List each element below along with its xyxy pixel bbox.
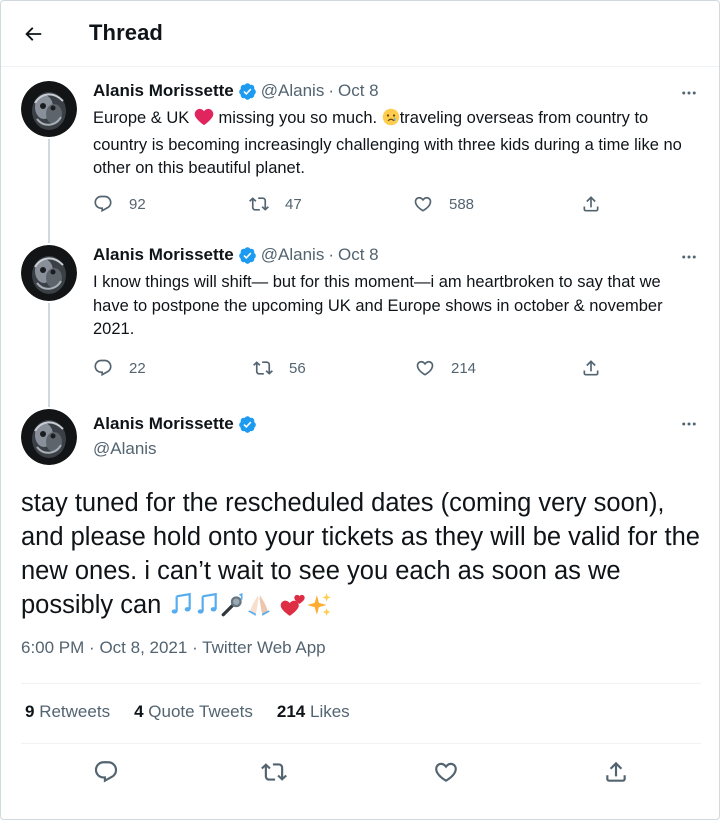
separator-dot: · (328, 81, 334, 100)
tweet-author-row: Alanis Morissette @Alanis · Oct 8 (93, 81, 379, 101)
verified-badge-icon (238, 415, 257, 434)
musical-notes-icon (194, 592, 220, 627)
avatar[interactable] (21, 409, 77, 465)
tweet-actions: 92 47 588 (93, 194, 613, 218)
retweets-count: 9 (25, 702, 35, 721)
retweet-count: 56 (289, 359, 306, 377)
crying-face-icon (382, 108, 400, 134)
share-button[interactable] (581, 358, 617, 378)
reply-count: 22 (129, 359, 146, 377)
reply-icon (94, 761, 118, 783)
likes-count: 214 (276, 702, 306, 721)
page-title: Thread (89, 20, 163, 45)
tweet-stats: 9 Retweets 4 Quote Tweets 214 Likes (25, 702, 374, 722)
share-icon (583, 196, 599, 212)
author-name[interactable]: Alanis Morissette (93, 414, 234, 434)
quote-tweets-stat[interactable]: 4 Quote Tweets (134, 702, 253, 722)
separator-dot: · (328, 245, 334, 264)
reply-button[interactable]: 92 (93, 194, 146, 214)
retweets-stat[interactable]: 9 Retweets (25, 702, 110, 722)
two-hearts-icon (280, 592, 306, 627)
tweet-thread-page: Thread Alanis Morissette @Alanis · Oct 8… (0, 0, 720, 820)
tweet-actions: 22 56 214 (93, 358, 613, 382)
more-horizontal-icon (682, 91, 696, 95)
main-tweet-text: stay tuned for the rescheduled dates (co… (21, 486, 701, 627)
tweet-full-date[interactable]: Oct 8, 2021 (99, 638, 187, 657)
main-tweet-text-body: stay tuned for the rescheduled dates (co… (21, 489, 700, 619)
tweet-source[interactable]: Twitter Web App (202, 638, 325, 657)
separator-dot: · (192, 638, 198, 657)
more-horizontal-icon (682, 422, 696, 426)
thread-connector-line (48, 139, 50, 243)
retweet-button[interactable] (261, 759, 287, 790)
thread-header: Thread (1, 1, 719, 67)
main-author-name-row: Alanis Morissette (93, 414, 261, 434)
retweets-label: Retweets (39, 702, 111, 721)
thread-connector-line (48, 303, 50, 407)
like-button[interactable] (433, 759, 459, 790)
tweet-text-part: missing you so much. (213, 109, 382, 127)
verified-badge-icon (238, 82, 257, 101)
heart-icon (414, 196, 432, 212)
like-count: 588 (449, 195, 475, 213)
retweet-button[interactable]: 56 (253, 358, 306, 378)
reply-icon (94, 359, 112, 377)
tweet-time[interactable]: 6:00 PM (21, 638, 84, 657)
reply-count: 92 (129, 195, 146, 213)
quote-tweets-label: Quote Tweets (148, 702, 253, 721)
divider (21, 743, 701, 744)
tweet-author-row: Alanis Morissette @Alanis · Oct 8 (93, 245, 379, 265)
more-button[interactable] (675, 414, 703, 434)
retweet-icon (249, 197, 269, 211)
share-button[interactable] (581, 194, 617, 214)
retweet-icon (261, 763, 287, 781)
author-name[interactable]: Alanis Morissette (93, 245, 234, 265)
heart-icon (416, 360, 434, 376)
quote-tweets-count: 4 (134, 702, 144, 721)
verified-badge-icon (238, 246, 257, 265)
like-count: 214 (451, 359, 477, 377)
folded-hands-icon (246, 592, 272, 627)
share-icon (606, 761, 626, 782)
tweet-date[interactable]: Oct 8 (338, 245, 379, 265)
heart-icon (435, 762, 457, 782)
retweet-count: 47 (285, 195, 302, 213)
more-button[interactable] (675, 247, 703, 267)
share-button[interactable] (603, 759, 629, 790)
retweet-button[interactable]: 47 (249, 194, 302, 214)
author-handle[interactable]: @Alanis (93, 439, 157, 459)
sparkles-icon (306, 592, 332, 627)
microphone-icon (220, 592, 246, 627)
tweet-text-part: Europe & UK (93, 109, 194, 127)
reply-button[interactable]: 22 (93, 358, 146, 378)
arrow-left-icon (25, 27, 42, 41)
like-button[interactable]: 588 (413, 194, 474, 214)
back-button[interactable] (15, 16, 51, 52)
tweet-date[interactable]: Oct 8 (338, 81, 379, 101)
retweet-icon (253, 361, 273, 375)
red-heart-icon (194, 108, 214, 134)
musical-notes-icon (168, 592, 194, 627)
reply-button[interactable] (93, 759, 119, 790)
author-name[interactable]: Alanis Morissette (93, 81, 234, 101)
share-icon (583, 360, 599, 376)
author-handle[interactable]: @Alanis (261, 81, 325, 101)
reply-icon (94, 195, 112, 213)
author-handle[interactable]: @Alanis (261, 245, 325, 265)
like-button[interactable]: 214 (415, 358, 476, 378)
main-tweet-actions (1, 759, 719, 790)
separator-dot: · (89, 638, 95, 657)
tweet-meta: 6:00 PM · Oct 8, 2021 · Twitter Web App (21, 638, 326, 658)
more-horizontal-icon (682, 255, 696, 259)
divider (21, 683, 701, 684)
likes-label: Likes (309, 702, 350, 721)
tweet-text: I know things will shift— but for this m… (93, 273, 663, 338)
avatar[interactable] (21, 81, 77, 137)
likes-stat[interactable]: 214 Likes (277, 702, 350, 722)
avatar[interactable] (21, 245, 77, 301)
tweet-text: Europe & UK missing you so much. traveli… (93, 107, 693, 181)
more-button[interactable] (675, 83, 703, 103)
